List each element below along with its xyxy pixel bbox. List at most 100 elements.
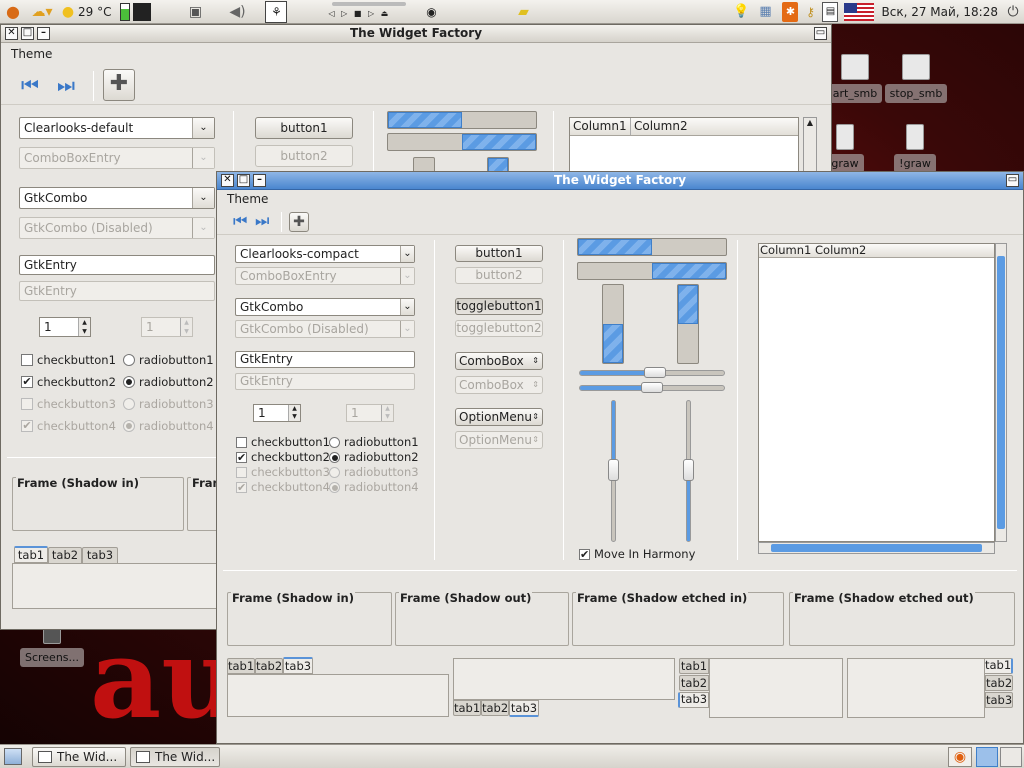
folder-icon[interactable]: ▰	[513, 2, 533, 22]
tab3[interactable]: tab3	[985, 692, 1013, 708]
checkbox-checked[interactable]: ✔	[579, 548, 590, 560]
tab3[interactable]: tab3	[82, 547, 118, 564]
back-window-titlebar[interactable]: ✕ □ – The Widget Factory ▭	[1, 25, 831, 43]
tab3[interactable]: tab3	[283, 657, 313, 674]
media-controls[interactable]: ◁ ▷ ■ ▷ ⏏	[328, 1, 418, 22]
optionmenu[interactable]: OptionMenu ⇕	[455, 408, 543, 426]
radiobutton1[interactable]: radiobutton1	[329, 435, 419, 449]
chevron-down-icon[interactable]: ⌄	[400, 299, 414, 315]
desktop-icon-stop-smb[interactable]: stop_smb	[880, 54, 952, 103]
theme-combo[interactable]: Clearlooks-compact ⌄	[235, 245, 415, 263]
network-icon[interactable]: ▦	[754, 2, 776, 22]
goto-last-icon[interactable]: ⏭	[255, 211, 269, 231]
tree-scrollbar[interactable]: ▲	[803, 117, 817, 177]
column1-header[interactable]: Column1	[760, 244, 811, 257]
temperature-label[interactable]: 29 °C	[78, 5, 111, 19]
spin-arrows-icon[interactable]: ▲ ▼	[288, 405, 300, 421]
add-icon[interactable]: ✚	[103, 69, 135, 101]
checkbox[interactable]	[21, 354, 33, 366]
clipboard-icon[interactable]: ▤	[822, 1, 839, 22]
tab1[interactable]: tab1	[453, 700, 481, 716]
tab2[interactable]: tab2	[679, 675, 709, 691]
chevron-down-icon[interactable]: ⌄	[400, 246, 414, 262]
gtkcombo[interactable]: GtkCombo ⌄	[19, 187, 215, 209]
combobox[interactable]: ComboBox ⇕	[455, 352, 543, 370]
tab1[interactable]: tab1	[14, 546, 48, 563]
togglebutton1[interactable]: togglebutton1	[455, 298, 543, 315]
tree-vscrollbar[interactable]	[995, 243, 1007, 542]
shade-icon[interactable]: ▭	[814, 27, 827, 40]
tab2[interactable]: tab2	[48, 547, 82, 564]
gtkentry[interactable]: GtkEntry	[19, 255, 215, 275]
screenshot-tool-icon[interactable]: ▣	[185, 2, 205, 22]
volume-icon[interactable]: ◀)	[226, 2, 248, 22]
radiobutton1[interactable]: radiobutton1	[123, 353, 214, 367]
keyboard-layout-flag-icon[interactable]	[844, 2, 875, 21]
close-icon[interactable]: ✕	[221, 174, 234, 187]
desktop-icon-not-graw[interactable]: !graw	[880, 124, 950, 173]
keyring-icon[interactable]: ⚷	[804, 2, 816, 22]
theme-combo[interactable]: Clearlooks-default ⌄	[19, 117, 215, 139]
gtkcombo[interactable]: GtkCombo ⌄	[235, 298, 415, 316]
maximize-icon[interactable]: □	[21, 27, 34, 40]
radio-selected[interactable]	[329, 451, 340, 463]
hscale-2-slider[interactable]	[641, 382, 663, 393]
radiobutton2[interactable]: radiobutton2	[329, 450, 419, 464]
hscale-1-slider[interactable]	[644, 367, 666, 378]
tab3[interactable]: tab3	[678, 692, 709, 708]
radio[interactable]	[123, 354, 135, 366]
chevron-down-icon[interactable]: ⌄	[192, 118, 214, 138]
front-window-titlebar[interactable]: ✕ □ – The Widget Factory ▭	[217, 172, 1023, 190]
scroll-thumb[interactable]	[771, 544, 982, 552]
tab2[interactable]: tab2	[481, 700, 509, 716]
light-bulb-icon[interactable]: 💡	[733, 2, 749, 22]
firefox-icon[interactable]: ◉	[424, 2, 438, 22]
tab2[interactable]: tab2	[255, 658, 283, 674]
tree-hscrollbar[interactable]	[758, 542, 995, 554]
menu-theme[interactable]: Theme	[11, 47, 52, 61]
close-icon[interactable]: ✕	[5, 27, 18, 40]
ghost-app-icon[interactable]: ⚘	[265, 0, 288, 23]
workspace-1[interactable]	[976, 747, 998, 767]
radio[interactable]	[329, 436, 340, 448]
tab1[interactable]: tab1	[227, 658, 255, 674]
checkbutton1[interactable]: checkbutton1	[21, 353, 116, 367]
vscale-1-slider[interactable]	[608, 459, 619, 481]
checkbutton2[interactable]: ✔ checkbutton2	[21, 375, 116, 389]
tab1[interactable]: tab1	[679, 658, 709, 674]
column1-header[interactable]: Column1	[573, 118, 627, 135]
front-window[interactable]: ✕ □ – The Widget Factory ▭ Theme ⏮ ⏭ ✚ C…	[216, 171, 1024, 744]
ubuntu-menu-icon[interactable]: ●	[3, 2, 23, 22]
scroll-thumb[interactable]	[997, 256, 1005, 529]
update-notifier-icon[interactable]: ✱	[782, 1, 799, 22]
weather-applet-icon[interactable]: ☁▾	[29, 2, 55, 22]
spinbutton[interactable]: 1 ▲ ▼	[253, 404, 301, 422]
column2-header[interactable]: Column2	[815, 244, 866, 257]
workspace-2[interactable]	[1000, 747, 1022, 767]
tree-view[interactable]: Column1 Column2	[569, 117, 799, 177]
minimize-icon[interactable]: –	[253, 174, 266, 187]
checkbutton1[interactable]: checkbutton1	[236, 435, 330, 449]
tab2[interactable]: tab2	[985, 675, 1013, 691]
radiobutton2[interactable]: radiobutton2	[123, 375, 214, 389]
goto-first-icon[interactable]: ⏮	[233, 211, 247, 231]
button1[interactable]: button1	[255, 117, 353, 139]
desktop-icon-screenshots[interactable]: Screens...	[16, 628, 88, 667]
chevron-down-icon[interactable]: ⌄	[192, 188, 214, 208]
taskbar-item-1[interactable]: The Wid...	[32, 747, 126, 767]
clock-label[interactable]: Вск, 27 Май, 18:28	[881, 5, 998, 19]
checkbox-checked[interactable]: ✔	[236, 451, 247, 463]
radio-selected[interactable]	[123, 376, 135, 388]
spinbutton[interactable]: 1 ▲ ▼	[39, 317, 91, 337]
goto-first-icon[interactable]: ⏮	[21, 73, 39, 97]
add-icon[interactable]: ✚	[289, 212, 309, 232]
column2-header[interactable]: Column2	[630, 118, 688, 135]
tab1[interactable]: tab1	[984, 658, 1013, 674]
maximize-icon[interactable]: □	[237, 174, 250, 187]
checkbox-checked[interactable]: ✔	[21, 376, 33, 388]
taskbar-item-2[interactable]: The Wid...	[130, 747, 220, 767]
goto-last-icon[interactable]: ⏭	[57, 73, 75, 97]
menu-theme[interactable]: Theme	[227, 192, 268, 206]
gtkentry[interactable]: GtkEntry	[235, 351, 415, 368]
tree-view[interactable]: Column1 Column2	[758, 243, 995, 542]
